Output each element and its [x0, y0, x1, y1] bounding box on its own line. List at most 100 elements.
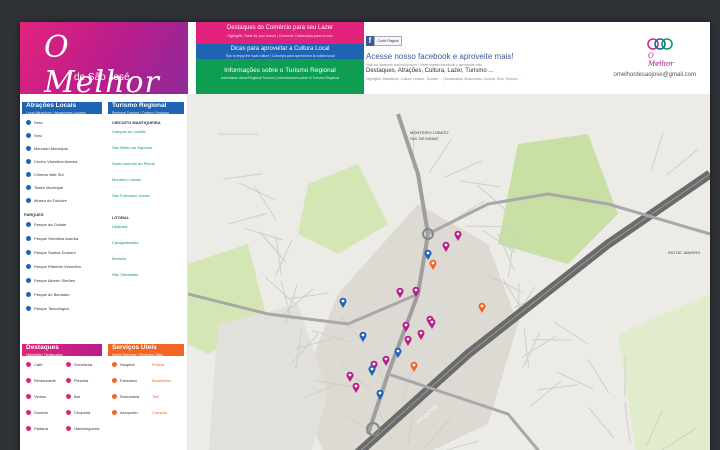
list-item[interactable]: Taxi	[152, 394, 159, 399]
list-item[interactable]: Sorveteria	[74, 362, 92, 367]
list-item[interactable]: Padaria	[34, 426, 48, 431]
list-item[interactable]: Museu do Folclore	[34, 198, 67, 203]
map-pin-center	[406, 337, 410, 341]
map-pin-center	[480, 304, 484, 308]
list-item[interactable]: Farmácia	[120, 378, 137, 383]
list-item[interactable]: Parque Vicentina Aranha	[34, 236, 78, 241]
list-item[interactable]: Parque Tecnológico	[34, 306, 69, 311]
green-sub: Information about Regional Tourism | Inf…	[221, 76, 339, 80]
facebook-small-line: Visit our facebook and enjoy more | Visi…	[366, 63, 482, 67]
header1-title: Destaques do Comércio para seu Lazer	[226, 25, 334, 31]
street	[243, 227, 283, 241]
list-bullet	[112, 410, 117, 415]
list-item[interactable]: Caraguatatuba	[112, 240, 138, 245]
list-item[interactable]: Mercado Municipal	[34, 146, 68, 151]
list-item[interactable]: Choperia	[74, 410, 90, 415]
list-item[interactable]: São Francisco Xavier	[112, 193, 150, 198]
list-bullet	[26, 306, 31, 311]
turismo-group-title: LITORAL	[112, 215, 130, 220]
list-item[interactable]: Doceria	[34, 410, 48, 415]
street	[650, 132, 664, 172]
map-pin-center	[444, 243, 448, 247]
list-bullet	[26, 185, 31, 190]
list-item[interactable]: Vinhos	[34, 394, 46, 399]
facebook-like-button[interactable]: Curtir Página	[374, 36, 402, 46]
list-item[interactable]: Cinema Vale Sul	[34, 172, 64, 177]
list-item[interactable]: Sesc	[34, 120, 43, 125]
list-bullet	[26, 278, 31, 283]
facebook-categories: Destaques, Atrações, Cultura, Lazer, Tur…	[366, 68, 494, 74]
map-label-suldeminas: SUL DE MINAS	[410, 136, 438, 141]
section-turismo-sub: Regional Tourism | Turismo Regional	[112, 111, 170, 115]
list-bullet	[26, 222, 31, 227]
small-logo-text: O Melhor	[648, 52, 674, 68]
street	[460, 180, 501, 188]
street	[264, 276, 296, 305]
city-map[interactable]: MONTEIRO LOBATO SUL DE MINAS RIO DE JANE…	[188, 94, 710, 450]
list-bullet	[26, 378, 31, 383]
list-bullet	[66, 394, 71, 399]
list-item[interactable]: Ilhabela	[112, 256, 126, 261]
list-item[interactable]: Parque Alberto Simões	[34, 278, 75, 283]
list-item[interactable]: Centro Vicentina Aranha	[34, 159, 77, 164]
list-bullet	[112, 394, 117, 399]
list-item[interactable]: Café	[34, 362, 42, 367]
street	[222, 173, 263, 180]
list-item[interactable]: Restaurante	[34, 378, 56, 383]
street	[537, 384, 578, 391]
list-item[interactable]: Polícia	[152, 362, 164, 367]
brand-logo: O Melhor	[44, 30, 160, 100]
header2-title: Dicas para aproveitar a Cultura Local	[230, 46, 330, 52]
contact-email[interactable]: omelhordesaojose@gmail.com	[614, 72, 696, 78]
facebook-icon[interactable]: f	[366, 36, 374, 46]
small-logo-sub: de São José	[652, 61, 671, 65]
list-item[interactable]: Hamburgueria	[74, 426, 99, 431]
map-pin-center	[414, 288, 418, 292]
map-pin-center	[361, 333, 365, 337]
list-bullet	[26, 426, 31, 431]
list-bullet	[26, 146, 31, 151]
map-pin-center	[398, 289, 402, 293]
street	[666, 148, 698, 176]
street	[465, 225, 507, 228]
list-item[interactable]: Ubatuba	[112, 224, 127, 229]
list-item[interactable]: Parque Santos Dumont	[34, 250, 76, 255]
list-bullet	[26, 410, 31, 415]
park-area	[618, 294, 710, 450]
list-item[interactable]: Aeroporto	[120, 410, 138, 415]
list-item[interactable]: Correios	[152, 410, 167, 415]
list-bullet	[26, 172, 31, 177]
list-item[interactable]: Bar	[74, 394, 80, 399]
street	[523, 327, 530, 368]
list-item[interactable]: Pizzaria	[74, 378, 88, 383]
left-column: O Melhor de São José Atrações Locais Loc…	[20, 22, 188, 450]
list-item[interactable]: Campos do Jordão	[112, 129, 146, 134]
list-item[interactable]: Hospital	[120, 362, 134, 367]
list-bullet	[66, 410, 71, 415]
list-item[interactable]: São Bento do Sapucaí	[112, 145, 152, 150]
map-pin-center	[348, 373, 352, 377]
list-item[interactable]: São Sebastião	[112, 272, 138, 277]
map-pin-center	[412, 363, 416, 367]
street	[238, 182, 276, 201]
list-item[interactable]: Sesi	[34, 133, 42, 138]
list-item[interactable]: Bombeiros	[152, 378, 171, 383]
list-item[interactable]: Teatro Municipal	[34, 185, 63, 190]
section-servicos-sub: Useful Services | Servicios Útiles	[112, 353, 164, 357]
list-item[interactable]: Rodoviária	[120, 394, 139, 399]
street	[444, 160, 482, 178]
brand-subtitle: de São José	[74, 72, 130, 83]
list-item[interactable]: Monteiro Lobato	[112, 177, 141, 182]
list-item[interactable]: Parque Ribeirão Vermelho	[34, 264, 81, 269]
section-atracoes-sub: Local Attractions | Atracciones Locales	[26, 111, 86, 115]
list-bullet	[26, 394, 31, 399]
street	[289, 292, 330, 300]
list-item[interactable]: Parque do Banhado	[34, 292, 70, 297]
section-destaques-sub: Highlights | Destacados	[26, 353, 63, 357]
map-pin-center	[404, 323, 408, 327]
list-item[interactable]: Parque da Cidade	[34, 222, 66, 227]
header1-sub: Highlights: Trade for your leisure | Com…	[227, 34, 333, 38]
list-bullet	[26, 236, 31, 241]
list-item[interactable]: Santo Antonio do Pinhal	[112, 161, 155, 166]
list-bullet	[26, 264, 31, 269]
